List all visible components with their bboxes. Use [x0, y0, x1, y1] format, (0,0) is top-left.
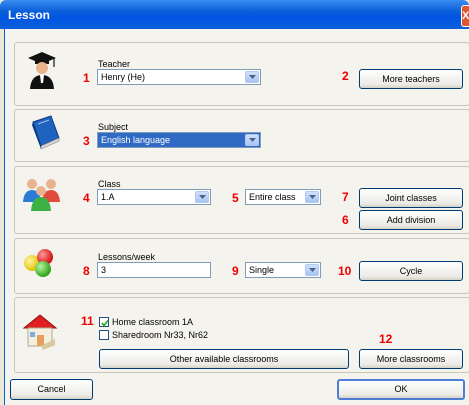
subject-panel: Subject 3 English language: [14, 109, 469, 162]
marker-12: 12: [379, 332, 393, 346]
lessons-label: Lessons/week: [98, 252, 156, 262]
chevron-down-icon: [245, 134, 259, 146]
house-icon: [22, 314, 58, 350]
students-icon: [23, 179, 60, 211]
marker-8: 8: [83, 264, 90, 278]
more-classrooms-button[interactable]: More classrooms: [359, 349, 463, 369]
balls-icon: [24, 249, 53, 277]
shared-room-label: Sharedroom Nr33, Nr62: [112, 330, 209, 340]
marker-3: 3: [83, 134, 90, 148]
marker-9: 9: [232, 264, 239, 278]
lessons-panel: Lessons/week 8 3 9 Single 10 Cycle: [14, 238, 469, 294]
division-select-value: Entire class: [249, 192, 296, 202]
lessons-per-week-input[interactable]: 3: [97, 262, 211, 278]
check-icon: [101, 320, 109, 327]
marker-10: 10: [338, 264, 352, 278]
book-icon: [32, 115, 60, 150]
marker-7: 7: [342, 190, 349, 204]
dialog-title: Lesson: [8, 8, 51, 22]
chevron-down-icon: [305, 264, 319, 276]
home-classroom-checkbox[interactable]: [99, 317, 109, 327]
lessons-per-week-value: 3: [101, 265, 107, 275]
cycle-button[interactable]: Cycle: [359, 261, 463, 281]
class-panel: Class 4 1.A 5 Entire class 7 Joint class…: [14, 166, 469, 234]
marker-6: 6: [342, 213, 349, 227]
marker-5: 5: [232, 191, 239, 205]
add-division-button[interactable]: Add division: [359, 210, 463, 230]
teacher-select[interactable]: Henry (He): [97, 69, 261, 85]
marker-4: 4: [83, 191, 90, 205]
other-classrooms-button[interactable]: Other available classrooms: [99, 349, 349, 369]
dialog-content: Teacher 1 Henry (He) 2 More teachers Sub…: [4, 29, 469, 405]
subject-select-value: English language: [101, 135, 171, 145]
joint-classes-button[interactable]: Joint classes: [359, 188, 463, 208]
marker-2: 2: [342, 69, 349, 83]
chevron-down-icon: [195, 191, 209, 203]
teacher-panel: Teacher 1 Henry (He) 2 More teachers: [14, 42, 469, 106]
marker-1: 1: [83, 71, 90, 85]
home-classroom-label: Home classroom 1A: [112, 317, 194, 327]
close-icon: X: [462, 10, 469, 22]
subject-select[interactable]: English language: [97, 132, 261, 148]
class-select[interactable]: 1.A: [97, 189, 211, 205]
cancel-button[interactable]: Cancel: [10, 379, 93, 400]
teacher-select-value: Henry (He): [101, 72, 146, 82]
subject-label: Subject: [98, 122, 129, 132]
lesson-dialog: Lesson X Teacher 1 Henry (He) 2 More tea…: [0, 0, 469, 405]
class-select-value: 1.A: [101, 192, 115, 202]
more-teachers-button[interactable]: More teachers: [359, 69, 463, 89]
teacher-label: Teacher: [98, 59, 131, 69]
division-select[interactable]: Entire class: [245, 189, 321, 205]
ok-button[interactable]: OK: [337, 379, 465, 400]
chevron-down-icon: [245, 71, 259, 83]
marker-11: 11: [81, 314, 94, 328]
class-label: Class: [98, 179, 121, 189]
chevron-down-icon: [305, 191, 319, 203]
teacher-icon: [28, 52, 56, 89]
shared-room-checkbox[interactable]: [99, 330, 109, 340]
lesson-length-value: Single: [249, 265, 275, 275]
lesson-length-select[interactable]: Single: [245, 262, 321, 278]
close-button[interactable]: X: [461, 5, 469, 27]
classrooms-panel: 11 Home classroom 1A Sharedroom Nr33, Nr…: [14, 297, 469, 373]
title-bar: Lesson X: [0, 0, 469, 29]
